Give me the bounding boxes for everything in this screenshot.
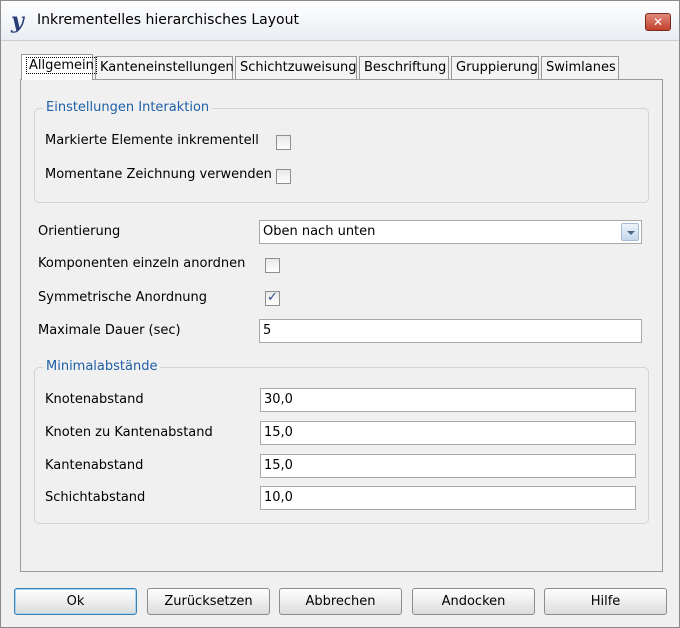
- incremental-label: Markierte Elemente inkrementell: [45, 133, 259, 148]
- close-button[interactable]: ✕: [645, 13, 671, 31]
- symmetric-checkbox[interactable]: [265, 290, 280, 306]
- symmetric-label: Symmetrische Anordnung: [38, 290, 208, 305]
- min-distances-group-title: Minimalabstände: [43, 359, 161, 374]
- orientation-label: Orientierung: [38, 224, 121, 239]
- tab-panel-allgemein: Einstellungen Interaktion Markierte Elem…: [20, 79, 663, 572]
- interaction-settings-group: Einstellungen Interaktion Markierte Elem…: [34, 100, 649, 203]
- node-distance-input[interactable]: 30,0: [260, 388, 636, 412]
- dialog-window: y Inkrementelles hierarchisches Layout ✕…: [0, 0, 680, 628]
- max-duration-input[interactable]: 5: [259, 319, 642, 343]
- edge-distance-label: Kantenabstand: [45, 458, 144, 473]
- tab-kanteneinstellungen[interactable]: Kanteneinstellungen: [95, 56, 234, 79]
- window-title: Inkrementelles hierarchisches Layout: [37, 12, 299, 28]
- node-distance-label: Knotenabstand: [45, 392, 144, 407]
- title-bar[interactable]: y Inkrementelles hierarchisches Layout ✕: [1, 1, 679, 41]
- tab-schichtzuweisung[interactable]: Schichtzuweisung: [235, 56, 357, 79]
- close-icon: ✕: [652, 15, 664, 29]
- node-edge-distance-input[interactable]: 15,0: [260, 421, 636, 445]
- tab-beschriftung[interactable]: Beschriftung: [359, 56, 449, 79]
- orientation-select[interactable]: Oben nach unten: [259, 220, 642, 244]
- incremental-checkbox[interactable]: [276, 135, 291, 150]
- chevron-down-icon[interactable]: [621, 223, 639, 241]
- cancel-button[interactable]: Abbrechen: [279, 588, 402, 615]
- tab-swimlanes[interactable]: Swimlanes: [541, 56, 619, 79]
- reset-button[interactable]: Zurücksetzen: [147, 588, 270, 615]
- node-edge-distance-label: Knoten zu Kantenabstand: [45, 425, 213, 440]
- layer-distance-label: Schichtabstand: [45, 490, 146, 505]
- tab-gruppierung[interactable]: Gruppierung: [451, 56, 539, 79]
- components-label: Komponenten einzeln anordnen: [38, 256, 246, 271]
- min-distances-group: Minimalabstände Knotenabstand 30,0 Knote…: [34, 359, 649, 524]
- orientation-value: Oben nach unten: [263, 224, 376, 239]
- tab-allgemein[interactable]: Allgemein: [21, 54, 97, 80]
- dock-button[interactable]: Andocken: [412, 588, 535, 615]
- help-button[interactable]: Hilfe: [544, 588, 667, 615]
- use-current-drawing-checkbox[interactable]: [276, 169, 291, 184]
- layer-distance-input[interactable]: 10,0: [260, 486, 636, 510]
- ok-button[interactable]: Ok: [14, 588, 137, 615]
- max-duration-label: Maximale Dauer (sec): [38, 323, 181, 338]
- edge-distance-input[interactable]: 15,0: [260, 454, 636, 478]
- use-current-drawing-label: Momentane Zeichnung verwenden: [45, 167, 272, 182]
- interaction-group-title: Einstellungen Interaktion: [43, 100, 213, 115]
- yfiles-logo-icon: y: [11, 8, 24, 34]
- components-checkbox[interactable]: [265, 258, 280, 273]
